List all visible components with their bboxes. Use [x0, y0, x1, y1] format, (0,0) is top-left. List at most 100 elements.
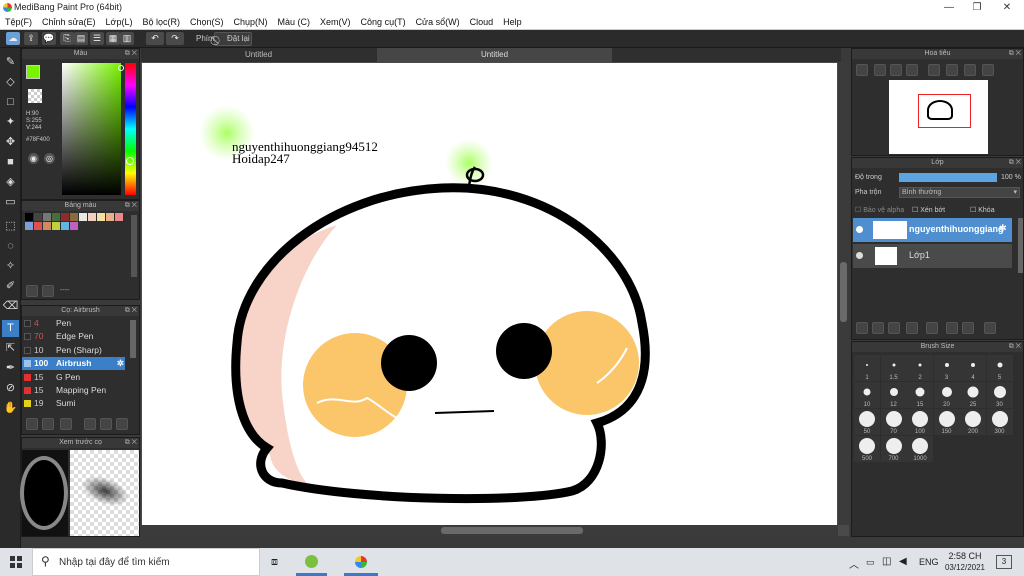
- text-tool-icon[interactable]: T: [2, 320, 19, 337]
- hand-tool-icon[interactable]: ✋: [2, 400, 19, 417]
- vertical-scrollbar[interactable]: [838, 62, 849, 525]
- canvas[interactable]: nguyenthihuonggiang94512 Hoidap247: [142, 63, 837, 525]
- brush-size-option[interactable]: 1: [854, 355, 880, 381]
- fill-rect-tool-icon[interactable]: ■: [2, 154, 19, 171]
- brush-item-g-pen[interactable]: 15 G Pen: [22, 371, 125, 384]
- brush-size-option[interactable]: 2: [907, 355, 933, 381]
- select-pen-tool-icon[interactable]: ✐: [2, 278, 19, 295]
- brush-size-option[interactable]: 70: [880, 409, 907, 435]
- actual-size-icon[interactable]: [906, 64, 918, 76]
- blend-mode-select[interactable]: Bình thường ▾: [899, 187, 1020, 198]
- panel-controls-icon[interactable]: ⧉ ✕: [1009, 49, 1021, 59]
- protect-alpha-checkbox[interactable]: ☐ Bảo vệ alpha: [855, 206, 904, 214]
- delete-layer-icon[interactable]: [984, 322, 996, 334]
- brush-size-option[interactable]: 10: [854, 382, 880, 408]
- clock-date[interactable]: 03/12/2021: [943, 563, 987, 572]
- network-icon[interactable]: ◫: [882, 556, 891, 567]
- brush-size-option[interactable]: 150: [933, 409, 960, 435]
- brush-size-option[interactable]: 5: [986, 355, 1013, 381]
- layer-folder-icon[interactable]: [926, 322, 938, 334]
- fit-icon[interactable]: [890, 64, 902, 76]
- rotate-right-icon[interactable]: [946, 64, 958, 76]
- brush-size-option[interactable]: 500: [854, 436, 880, 462]
- palette-swatch[interactable]: [61, 222, 69, 230]
- eye-icon[interactable]: [856, 252, 863, 259]
- sv-picker-handle[interactable]: [118, 65, 124, 71]
- panel-controls-icon[interactable]: ⧉ ✕: [125, 438, 137, 448]
- brush-size-option[interactable]: 30: [986, 382, 1013, 408]
- grid-icon[interactable]: ▦: [106, 32, 120, 45]
- palette-swatch[interactable]: [34, 213, 42, 221]
- layer-row-text[interactable]: nguyenthihuonggiang ✲: [853, 218, 1012, 242]
- color-wheel-icon[interactable]: ◉: [28, 153, 39, 164]
- reset-button[interactable]: ⃠ Đặt lại: [214, 32, 252, 46]
- select-tool-icon[interactable]: ⬚: [2, 218, 19, 235]
- menu-capture[interactable]: Chụp(N): [229, 15, 273, 27]
- palette-swatch[interactable]: [79, 213, 87, 221]
- eyedropper-tool-icon[interactable]: ⊘: [2, 380, 19, 397]
- menu-tools[interactable]: Công cụ(T): [356, 15, 411, 27]
- brush-tool-icon[interactable]: ✎: [2, 54, 19, 71]
- layer-row-layer1[interactable]: Lớp1: [853, 244, 1012, 268]
- panel-controls-icon[interactable]: ⧉ ✕: [125, 49, 137, 59]
- brush-item-edge-pen[interactable]: 70 Edge Pen: [22, 330, 125, 343]
- brush-size-option[interactable]: 50: [854, 409, 880, 435]
- magic-wand-tool-icon[interactable]: ✧: [2, 258, 19, 275]
- color-settings-icon[interactable]: ◎: [44, 153, 55, 164]
- new-mono-layer-icon[interactable]: [888, 322, 900, 334]
- taskbar-app-icon[interactable]: [305, 555, 318, 568]
- lasso-tool-icon[interactable]: ◌: [2, 238, 19, 255]
- add-palette-icon[interactable]: [26, 285, 38, 297]
- panel-controls-icon[interactable]: ⧉ ✕: [125, 306, 137, 316]
- brush-copy-icon[interactable]: [116, 418, 128, 430]
- palette-swatch[interactable]: [52, 213, 60, 221]
- horizontal-scrollbar[interactable]: [141, 525, 838, 536]
- palette-swatch[interactable]: [34, 222, 42, 230]
- opacity-slider[interactable]: [899, 173, 997, 182]
- hue-slider-handle[interactable]: [126, 157, 134, 165]
- rotate-left-icon[interactable]: [928, 64, 940, 76]
- bucket-tool-icon[interactable]: ◈: [2, 174, 19, 191]
- zoom-out-icon[interactable]: [874, 64, 886, 76]
- chevron-up-icon[interactable]: ︿: [849, 556, 859, 571]
- menu-help[interactable]: Help: [498, 15, 527, 27]
- brush-item-airbrush[interactable]: 100 Airbrush ✲: [22, 357, 125, 370]
- clock-time[interactable]: 2:58 CH: [948, 551, 982, 561]
- maximize-button[interactable]: ❐: [962, 0, 992, 15]
- palette-swatch[interactable]: [88, 213, 96, 221]
- brush-size-option[interactable]: 1.5: [880, 355, 907, 381]
- comment-icon[interactable]: 💬: [42, 32, 56, 45]
- brush-item-sumi[interactable]: 19 Sumi: [22, 397, 125, 407]
- tab-untitled-2[interactable]: Untitled: [377, 48, 612, 62]
- navigator-thumbnail[interactable]: [889, 80, 988, 154]
- brush-size-option[interactable]: 200: [960, 409, 986, 435]
- task-view-icon[interactable]: ⧈: [271, 556, 278, 569]
- dot-tool-icon[interactable]: ✦: [2, 114, 19, 131]
- palette-swatch[interactable]: [61, 213, 69, 221]
- foreground-color-swatch[interactable]: [26, 65, 40, 79]
- menu-window[interactable]: Cửa sổ(W): [411, 15, 465, 27]
- hue-slider[interactable]: [125, 63, 136, 195]
- new-halftone-layer-icon[interactable]: [872, 322, 884, 334]
- brush-size-option[interactable]: 700: [880, 436, 907, 462]
- panel-controls-icon[interactable]: ⧉ ✕: [1009, 158, 1021, 168]
- brush-item-mapping-pen[interactable]: 15 Mapping Pen: [22, 384, 125, 397]
- battery-icon[interactable]: ▭: [866, 557, 875, 568]
- layers-scrollbar[interactable]: [1018, 218, 1023, 273]
- add-brush-icon[interactable]: [26, 418, 38, 430]
- delete-palette-icon[interactable]: [42, 285, 54, 297]
- menu-color[interactable]: Màu (C): [273, 15, 316, 27]
- palette-swatch[interactable]: [106, 213, 114, 221]
- layout-icon[interactable]: ▥: [120, 32, 134, 45]
- menu-layer[interactable]: Lớp(L): [101, 15, 138, 27]
- brush-size-option[interactable]: 25: [960, 382, 986, 408]
- brush-size-option[interactable]: 3: [933, 355, 960, 381]
- palette-swatch[interactable]: [43, 222, 51, 230]
- taskbar-search[interactable]: ⚲ Nhập tại đây để tìm kiếm: [32, 548, 260, 576]
- cloud-icon[interactable]: ☁: [6, 32, 20, 45]
- palette-swatch[interactable]: [115, 213, 123, 221]
- menu-edit[interactable]: Chỉnh sửa(E): [37, 15, 101, 27]
- lock-view-icon[interactable]: [982, 64, 994, 76]
- merge-down-icon[interactable]: [962, 322, 974, 334]
- brush-size-option[interactable]: 15: [907, 382, 933, 408]
